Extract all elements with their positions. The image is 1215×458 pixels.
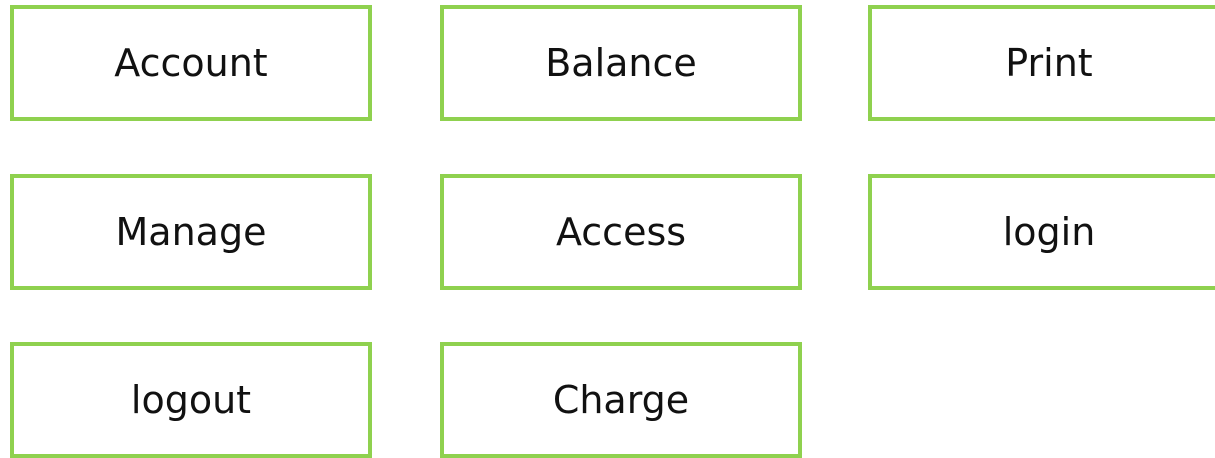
charge-label: Charge <box>552 378 690 422</box>
account-label: Account <box>114 41 268 85</box>
print-button[interactable]: Print <box>868 5 1215 121</box>
manage-button[interactable]: Manage <box>10 174 372 290</box>
login-button[interactable]: login <box>868 174 1215 290</box>
access-button[interactable]: Access <box>440 174 802 290</box>
login-label: login <box>1002 210 1096 254</box>
balance-label: Balance <box>545 41 697 85</box>
logout-label: logout <box>130 378 252 422</box>
account-button[interactable]: Account <box>10 5 372 121</box>
access-label: Access <box>555 210 687 254</box>
print-label: Print <box>1005 41 1093 85</box>
manage-label: Manage <box>115 210 267 254</box>
balance-button[interactable]: Balance <box>440 5 802 121</box>
logout-button[interactable]: logout <box>10 342 372 458</box>
charge-button[interactable]: Charge <box>440 342 802 458</box>
